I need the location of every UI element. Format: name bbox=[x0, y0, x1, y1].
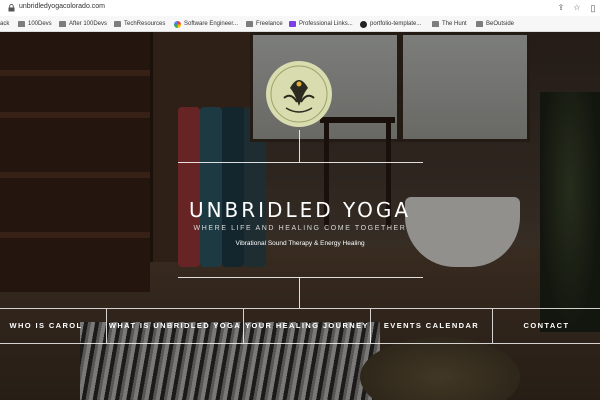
bookmark-label: ack bbox=[0, 21, 10, 27]
bookmark-item[interactable]: Professional Links... bbox=[289, 19, 353, 29]
bookmark-label: The Hunt bbox=[442, 21, 467, 27]
hero-tagline: WHERE LIFE AND HEALING COME TOGETHER bbox=[193, 225, 407, 232]
page-title: UNBRIDLED YOGA bbox=[188, 198, 412, 222]
unbridled-yoga-logo[interactable] bbox=[266, 58, 332, 130]
nav-what-is-unbridled-yoga[interactable]: WHAT IS UNBRIDLED YOGA bbox=[107, 309, 243, 343]
github-icon bbox=[360, 20, 367, 28]
folder-icon bbox=[246, 21, 253, 27]
main-nav: WHO IS CAROL WHAT IS UNBRIDLED YOGA YOUR… bbox=[0, 308, 600, 344]
bookmark-label: After 100Devs bbox=[69, 21, 108, 27]
hero-section: UNBRIDLED YOGA WHERE LIFE AND HEALING CO… bbox=[0, 32, 600, 400]
bookmark-label: portfolio-template... bbox=[370, 21, 422, 27]
nav-events-calendar[interactable]: EVENTS CALENDAR bbox=[371, 309, 492, 343]
bookmark-label: Freelance bbox=[256, 21, 283, 27]
folder-icon bbox=[59, 21, 66, 27]
nav-your-healing-journey[interactable]: YOUR HEALING JOURNEY bbox=[244, 309, 370, 343]
bookmark-item[interactable]: Software Engineer... bbox=[174, 19, 238, 29]
bookmark-star-icon[interactable]: ☆ bbox=[572, 3, 582, 13]
bookmark-label: BeOutside bbox=[486, 21, 515, 27]
hero-subtitle: Vibrational Sound Therapy & Energy Heali… bbox=[235, 240, 365, 247]
folder-icon bbox=[432, 21, 439, 27]
nav-who-is-carol[interactable]: WHO IS CAROL bbox=[0, 309, 92, 343]
bookmark-item[interactable]: portfolio-template... bbox=[360, 19, 421, 29]
bookmarks-bar: ack 100Devs After 100Devs TechResources … bbox=[0, 16, 600, 32]
divider-horizontal-top bbox=[178, 162, 423, 163]
divider-vertical-bottom bbox=[299, 277, 300, 308]
bookmark-label: TechResources bbox=[124, 21, 166, 27]
bookmark-item[interactable]: After 100Devs bbox=[59, 19, 107, 29]
bookmark-label: Software Engineer... bbox=[184, 21, 239, 27]
share-icon[interactable]: ⇪ bbox=[556, 3, 566, 13]
folder-icon bbox=[18, 21, 25, 27]
google-icon bbox=[174, 20, 181, 28]
bookmark-item[interactable]: BeOutside bbox=[476, 19, 514, 29]
bookmark-label: Professional Links... bbox=[299, 21, 353, 27]
bookmark-item[interactable]: Freelance bbox=[246, 19, 283, 29]
browser-url-bar[interactable]: unbridledyogacolorado.com ⇪ ☆ ▯ bbox=[0, 0, 600, 16]
purple-app-icon bbox=[289, 21, 296, 27]
divider-horizontal-bottom bbox=[178, 277, 423, 278]
nav-contact[interactable]: CONTACT bbox=[493, 309, 600, 343]
lock-icon bbox=[8, 4, 15, 12]
bookmark-item[interactable]: TechResources bbox=[114, 19, 165, 29]
folder-icon bbox=[114, 21, 121, 27]
bookmark-item[interactable]: ack bbox=[0, 19, 9, 29]
divider-vertical-top bbox=[299, 130, 300, 162]
bookmark-item[interactable]: 100Devs bbox=[18, 19, 52, 29]
address-text[interactable]: unbridledyogacolorado.com bbox=[19, 3, 105, 10]
bookmark-item[interactable]: The Hunt bbox=[432, 19, 467, 29]
bookmark-label: 100Devs bbox=[28, 21, 52, 27]
sidebar-toggle-icon[interactable]: ▯ bbox=[588, 3, 598, 13]
folder-icon bbox=[476, 21, 483, 27]
